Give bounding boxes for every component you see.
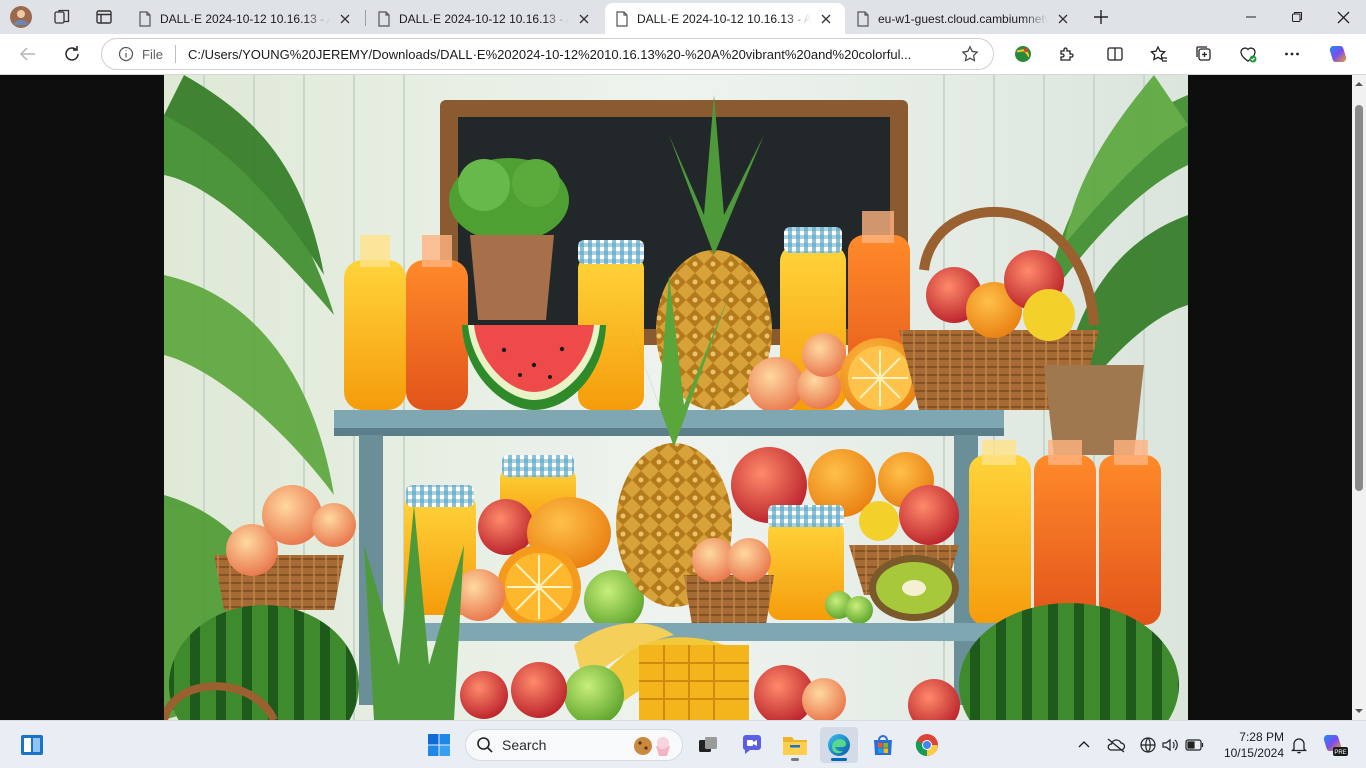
chrome-browser-icon[interactable] (908, 727, 946, 763)
task-view-icon[interactable] (689, 727, 727, 763)
battery-icon[interactable] (1183, 733, 1207, 757)
scrollbar-thumb[interactable] (1355, 105, 1363, 491)
tab-4[interactable]: eu-w1-guest.cloud.cambiumnetworks.com (846, 3, 1082, 34)
cloud-sync-off-icon[interactable] (1104, 733, 1128, 757)
favorites-icon[interactable] (1143, 38, 1175, 70)
document-icon (378, 10, 390, 27)
language-globe-icon[interactable] (1136, 733, 1160, 757)
taskbar: Search 7:28 PM 10/15/2024 PRE (0, 720, 1366, 768)
extensions-puzzle-icon[interactable] (1051, 38, 1083, 70)
copilot-icon[interactable] (1322, 38, 1354, 70)
document-icon (857, 10, 869, 27)
tab-divider (365, 10, 366, 26)
show-hidden-icons-chevron-icon[interactable] (1072, 733, 1096, 757)
close-tab-icon[interactable] (1054, 10, 1072, 28)
browser-toolbar: File C:/Users/YOUNG%20JEREMY/Downloads/D… (0, 34, 1366, 75)
active-indicator (831, 758, 847, 761)
more-options-icon[interactable] (1276, 38, 1308, 70)
tab-3-active[interactable]: DALL·E 2024-10-12 10.16.13 - A vibrant a… (605, 3, 845, 34)
copilot-preview-icon[interactable]: PRE (1320, 733, 1350, 757)
file-explorer-icon[interactable] (776, 727, 814, 763)
tab-1[interactable]: DALL·E 2024-10-12 10.16.13 - A vibrant a… (128, 3, 364, 34)
search-highlight-cookie-icon (634, 737, 670, 756)
close-tab-icon[interactable] (817, 10, 835, 28)
tab-actions-icon[interactable] (89, 3, 119, 31)
tab-title: DALL·E 2024-10-12 10.16.13 - A vibrant a… (160, 11, 330, 26)
restore-button[interactable] (1274, 0, 1320, 34)
search-label: Search (502, 737, 547, 753)
system-clock[interactable]: 7:28 PM 10/15/2024 (1214, 729, 1284, 761)
search-icon (477, 737, 493, 753)
taskbar-search[interactable]: Search (465, 729, 683, 761)
tab-2[interactable]: DALL·E 2024-10-12 10.16.13 - A vibrant a… (367, 3, 603, 34)
extension-globe-icon[interactable] (1007, 38, 1039, 70)
tab-title: DALL·E 2024-10-12 10.16.13 - A vibrant a… (637, 11, 811, 26)
favorite-star-icon[interactable] (961, 45, 979, 68)
image-viewport (0, 75, 1352, 720)
scroll-up-arrow-icon[interactable] (1355, 80, 1363, 88)
svg-text:PRE: PRE (1334, 750, 1346, 756)
start-button[interactable] (420, 727, 458, 763)
scroll-down-arrow-icon[interactable] (1355, 707, 1363, 715)
volume-icon[interactable] (1158, 733, 1182, 757)
browser-essentials-icon[interactable] (1232, 38, 1264, 70)
minimize-button[interactable] (1228, 0, 1274, 34)
profile-avatar[interactable] (6, 3, 36, 31)
clock-date: 10/15/2024 (1223, 746, 1284, 760)
widgets-icon[interactable] (13, 727, 51, 763)
document-icon (616, 10, 628, 27)
split-screen-icon[interactable] (1099, 38, 1131, 70)
notifications-bell-icon[interactable] (1287, 733, 1311, 757)
close-window-button[interactable] (1320, 0, 1366, 34)
tab-title: DALL·E 2024-10-12 10.16.13 - A vibrant a… (399, 11, 569, 26)
address-bar[interactable]: File C:/Users/YOUNG%20JEREMY/Downloads/D… (101, 38, 994, 70)
info-icon[interactable] (118, 46, 134, 62)
vertical-scrollbar[interactable] (1352, 75, 1366, 720)
fruit-stand-image (164, 75, 1188, 720)
tab-title: eu-w1-guest.cloud.cambiumnetworks.com (878, 11, 1048, 26)
workspaces-icon[interactable] (47, 3, 77, 31)
tab-strip: DALL·E 2024-10-12 10.16.13 - A vibrant a… (0, 0, 1366, 34)
close-tab-icon[interactable] (575, 10, 593, 28)
document-icon (139, 10, 151, 27)
running-indicator (791, 758, 799, 761)
close-tab-icon[interactable] (336, 10, 354, 28)
new-tab-button[interactable] (1086, 3, 1116, 31)
back-button[interactable] (12, 38, 44, 70)
microsoft-store-icon[interactable] (864, 727, 902, 763)
clock-time: 7:28 PM (1239, 730, 1284, 744)
address-divider (174, 45, 176, 63)
file-scheme-label: File (142, 46, 163, 62)
edge-browser-icon[interactable] (820, 727, 858, 763)
refresh-button[interactable] (56, 38, 88, 70)
url-text[interactable]: C:/Users/YOUNG%20JEREMY/Downloads/DALL·E… (188, 47, 948, 62)
chat-app-icon[interactable] (733, 727, 771, 763)
collections-icon[interactable] (1188, 38, 1220, 70)
